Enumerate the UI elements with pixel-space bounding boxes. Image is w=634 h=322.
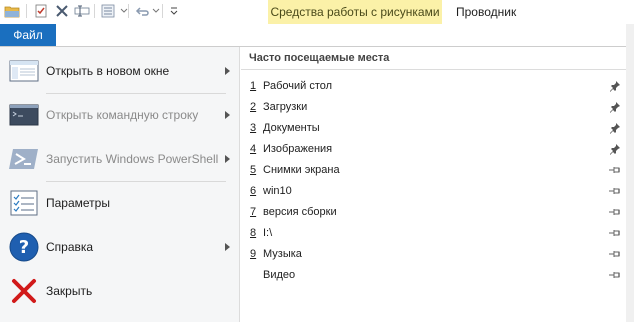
item-number: 7 xyxy=(250,205,257,218)
command-prompt-icon xyxy=(8,99,40,131)
close-icon xyxy=(8,275,40,307)
pinned-icon[interactable] xyxy=(608,142,622,156)
pin-icon[interactable] xyxy=(608,268,622,282)
frequent-place-item[interactable]: 9 Музыка xyxy=(241,243,634,264)
frequent-place-item[interactable]: 5 Снимки экрана xyxy=(241,159,634,180)
menu-item-label: Открыть в новом окне xyxy=(46,64,170,78)
file-menu: Открыть в новом окне Открыть командную с… xyxy=(0,46,634,322)
item-name: версия сборки xyxy=(263,205,337,218)
window-edge xyxy=(626,24,634,322)
new-window-icon xyxy=(8,55,40,87)
toolbar-separator xyxy=(162,4,163,18)
panel-divider xyxy=(241,69,634,70)
item-number: 9 xyxy=(250,247,257,260)
item-name: Видео xyxy=(263,268,296,281)
pin-icon[interactable] xyxy=(608,205,622,219)
file-menu-commands: Открыть в новом окне Открыть командную с… xyxy=(0,47,240,322)
frequent-place-item[interactable]: 2 Загрузки xyxy=(241,96,634,117)
menu-item-close[interactable]: Закрыть xyxy=(0,269,239,313)
menu-item-help[interactable]: ? Справка xyxy=(0,225,239,269)
folder-icon[interactable] xyxy=(4,3,20,19)
ribbon-tab-strip xyxy=(56,24,634,46)
frequent-place-item[interactable]: 3 Документы xyxy=(241,117,634,138)
powershell-icon xyxy=(8,143,40,175)
pin-icon[interactable] xyxy=(608,226,622,240)
item-name: Рабочий стол xyxy=(263,79,333,92)
tab-explorer[interactable]: Проводник xyxy=(448,0,524,24)
delete-icon[interactable] xyxy=(54,3,70,19)
frequent-place-item[interactable]: 1 Рабочий стол xyxy=(241,75,634,96)
frequent-places-title: Часто посещаемые места xyxy=(249,52,390,64)
menu-item-run-powershell[interactable]: Запустить Windows PowerShell xyxy=(0,137,239,181)
picture-tools-context-tab[interactable]: Средства работы с рисунками xyxy=(268,0,442,24)
toolbar-separator xyxy=(94,4,95,18)
frequent-places-panel: Часто посещаемые места 1 Рабочий стол 2 Заг… xyxy=(241,47,634,322)
menu-item-options[interactable]: Параметры xyxy=(0,181,239,225)
item-name: Документы xyxy=(263,121,320,134)
menu-item-label: Параметры xyxy=(46,196,110,210)
menu-item-open-command-prompt[interactable]: Открыть командную строку xyxy=(0,93,239,137)
pinned-icon[interactable] xyxy=(608,121,622,135)
menu-item-label: Закрыть xyxy=(46,284,93,298)
pinned-icon[interactable] xyxy=(608,79,622,93)
submenu-arrow-icon xyxy=(225,67,230,75)
menu-item-label: Открыть командную строку xyxy=(46,108,199,122)
properties-list-icon[interactable] xyxy=(100,3,116,19)
item-name: Изображения xyxy=(263,142,333,155)
chevron-down-icon[interactable] xyxy=(116,3,132,19)
pin-icon[interactable] xyxy=(608,163,622,177)
item-name: Загрузки xyxy=(263,100,308,113)
menu-item-label: Справка xyxy=(46,240,94,254)
menu-item-open-new-window[interactable]: Открыть в новом окне xyxy=(0,49,239,93)
frequent-place-item[interactable]: 7 версия сборки xyxy=(241,201,634,222)
toolbar-separator xyxy=(128,4,129,18)
frequent-place-item[interactable]: Видео xyxy=(241,264,634,285)
frequent-place-item[interactable]: 6 win10 xyxy=(241,180,634,201)
properties-icon[interactable] xyxy=(33,3,49,19)
item-number: 5 xyxy=(250,163,257,176)
options-icon xyxy=(8,187,40,219)
help-icon: ? xyxy=(8,231,40,263)
toolbar-separator xyxy=(26,4,27,18)
submenu-arrow-icon xyxy=(225,111,230,119)
quick-access-toolbar: Средства работы с рисунками Проводник xyxy=(0,0,634,24)
item-name: win10 xyxy=(263,184,292,197)
item-number: 6 xyxy=(250,184,257,197)
item-name: I:\ xyxy=(263,226,273,239)
item-number: 1 xyxy=(250,79,257,92)
submenu-arrow-icon xyxy=(225,243,230,251)
file-tab[interactable]: Файл xyxy=(0,24,56,46)
pin-icon[interactable] xyxy=(608,184,622,198)
submenu-arrow-icon xyxy=(225,155,230,163)
rename-icon[interactable] xyxy=(74,3,90,19)
pinned-icon[interactable] xyxy=(608,100,622,114)
item-number: 8 xyxy=(250,226,257,239)
item-number: 2 xyxy=(250,100,257,113)
svg-text:?: ? xyxy=(19,237,29,258)
item-name: Снимки экрана xyxy=(263,163,340,176)
item-name: Музыка xyxy=(263,247,302,260)
customize-quick-access-icon[interactable] xyxy=(166,3,182,19)
menu-item-label: Запустить Windows PowerShell xyxy=(46,152,219,166)
item-number: 4 xyxy=(250,142,257,155)
item-number: 3 xyxy=(250,121,257,134)
frequent-place-item[interactable]: 4 Изображения xyxy=(241,138,634,159)
pin-icon[interactable] xyxy=(608,247,622,261)
frequent-place-item[interactable]: 8 I:\ xyxy=(241,222,634,243)
